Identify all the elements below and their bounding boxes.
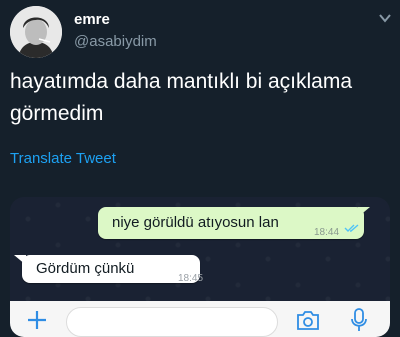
incoming-message-text: Gördüm çünkü bbox=[36, 260, 135, 277]
avatar[interactable] bbox=[10, 6, 62, 58]
incoming-bubble-tail bbox=[14, 255, 26, 265]
mic-icon[interactable] bbox=[350, 308, 368, 332]
message-text-field[interactable] bbox=[66, 307, 278, 337]
user-handle[interactable]: @asabiydim bbox=[74, 33, 157, 50]
outgoing-message-bubble: niye görüldü atıyosun lan 18:44 bbox=[98, 207, 364, 239]
tweet-text-line-1: hayatımda daha mantıklı bi açıklama bbox=[10, 70, 353, 93]
chat-screenshot-media[interactable]: niye görüldü atıyosun lan 18:44 Gördüm ç… bbox=[10, 197, 390, 337]
outgoing-message-time: 18:44 bbox=[314, 227, 340, 238]
outgoing-bubble-tail bbox=[358, 207, 370, 217]
outgoing-message-text: niye görüldü atıyosun lan bbox=[112, 214, 279, 231]
plus-icon[interactable] bbox=[26, 309, 48, 331]
camera-icon[interactable] bbox=[296, 309, 320, 331]
avatar-photo bbox=[10, 6, 62, 58]
chevron-down-icon[interactable] bbox=[378, 13, 392, 23]
tweet-text: hayatımda daha mantıklı bi açıklama görm… bbox=[10, 66, 390, 130]
tweet-text-line-2: görmedim bbox=[10, 102, 104, 125]
display-name[interactable]: emre bbox=[74, 11, 110, 28]
incoming-message-bubble: Gördüm çünkü 18:45 bbox=[22, 255, 203, 284]
chat-input-bar bbox=[10, 301, 390, 337]
translate-tweet-link[interactable]: Translate Tweet bbox=[10, 150, 116, 167]
double-check-icon bbox=[344, 224, 359, 232]
incoming-message-time: 18:45 bbox=[178, 273, 204, 284]
